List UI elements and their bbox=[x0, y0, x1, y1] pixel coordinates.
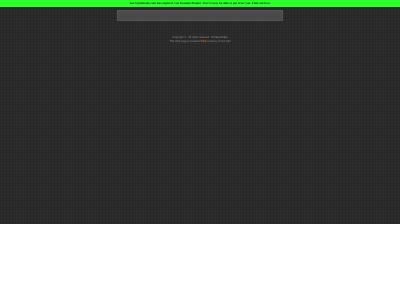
footer-line-2: This Web page is created FREE courtesy o… bbox=[0, 40, 400, 44]
search-bar-placeholder[interactable] bbox=[117, 10, 283, 21]
stats-suffix: courtesy of Link Slot bbox=[207, 40, 231, 43]
footer: Copyright © · All rights reserved · Priv… bbox=[0, 36, 400, 44]
banner-message[interactable]: Joe-Stylebooks.com has expired. Get Doma… bbox=[129, 1, 270, 6]
stats-prefix: This Web page is created bbox=[169, 40, 199, 43]
page: Joe-Stylebooks.com has expired. Get Doma… bbox=[0, 0, 400, 224]
blank-area bbox=[0, 224, 400, 300]
copyright-text: Copyright © · All rights reserved bbox=[172, 36, 210, 39]
stats-highlight[interactable]: FREE bbox=[200, 40, 207, 43]
privacy-policy-link[interactable]: Privacy Policy bbox=[211, 36, 227, 39]
expired-domain-banner[interactable]: Joe-Stylebooks.com has expired. Get Doma… bbox=[0, 0, 400, 7]
